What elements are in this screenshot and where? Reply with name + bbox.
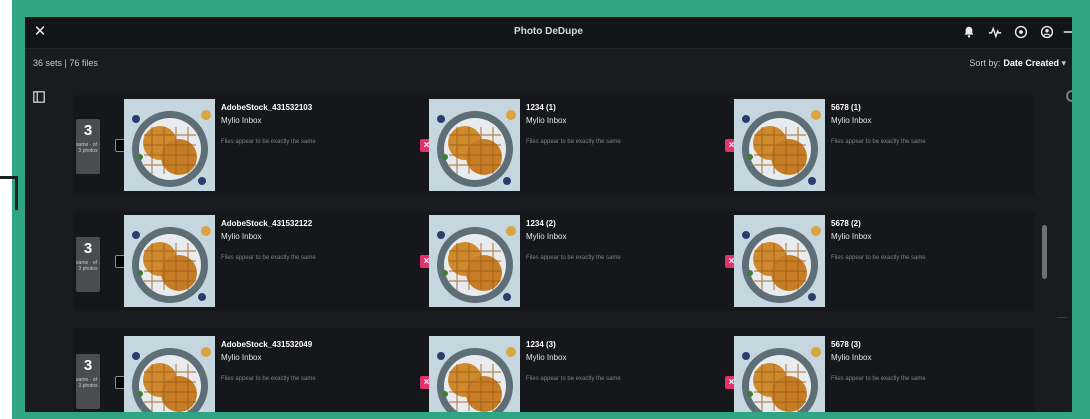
file-location: Mylio Inbox [221,116,262,125]
set-file-count: 36 sets | 76 files [33,58,98,68]
file-name: 1234 (1) [526,103,556,112]
scrollbar-thumb[interactable] [1042,225,1047,279]
photo-thumbnail[interactable] [124,99,215,191]
photo-thumbnail[interactable] [429,99,520,191]
chevron-down-icon: ▾ [1061,58,1066,68]
file-name: AdobeStock_431532122 [221,219,313,228]
duplicate-set-row: 3 same · of · 3 photos AdobeStock_431532… [73,211,1035,311]
set-count-label: same · of · 3 photos [76,260,100,272]
file-name: 1234 (3) [526,340,556,349]
set-count: 3 [83,357,93,374]
file-card[interactable]: × 1234 (2) Mylio Inbox Files appear to b… [420,215,710,307]
photo-thumbnail[interactable] [429,215,520,307]
file-location: Mylio Inbox [526,116,567,125]
set-count-label: same · of · 3 photos [76,377,100,389]
set-count-badge: 3 same · of · 3 photos [76,119,100,174]
set-count-badge: 3 same · of · 3 photos [76,354,100,409]
file-location: Mylio Inbox [221,353,262,362]
duplicate-set-row: 3 same · of · 3 photos AdobeStock_431532… [73,95,1035,195]
file-name: 5678 (2) [831,219,861,228]
set-count: 3 [83,240,93,257]
scroll-up-icon[interactable] [1066,90,1072,102]
file-card[interactable]: × 1234 (3) Mylio Inbox Files appear to b… [420,336,710,412]
help-icon[interactable] [1008,22,1034,42]
file-location: Mylio Inbox [831,232,872,241]
activity-icon[interactable] [982,22,1008,42]
photo-thumbnail[interactable] [429,336,520,412]
file-name: 1234 (2) [526,219,556,228]
file-card[interactable]: AdobeStock_431532122 Mylio Inbox Files a… [115,215,405,307]
sidebar-toggle-icon[interactable] [33,90,45,103]
photo-thumbnail[interactable] [124,215,215,307]
file-location: Mylio Inbox [526,353,567,362]
toolbar-icons [956,22,1072,42]
file-card[interactable]: AdobeStock_431532049 Mylio Inbox Files a… [115,336,405,412]
match-note: Files appear to be exactly the same [221,139,316,145]
set-count-badge: 3 same · of · 3 photos [76,237,100,292]
set-count: 3 [83,122,93,139]
file-location: Mylio Inbox [831,353,872,362]
set-count-label: same · of · 3 photos [76,142,100,154]
file-card[interactable]: × 5678 (3) Mylio Inbox Files appear to b… [725,336,1015,412]
frame-notch [0,176,18,210]
match-note: Files appear to be exactly the same [831,255,926,261]
file-location: Mylio Inbox [221,232,262,241]
file-card[interactable]: × 5678 (1) Mylio Inbox Files appear to b… [725,99,1015,191]
file-location: Mylio Inbox [526,232,567,241]
match-note: Files appear to be exactly the same [526,255,621,261]
photo-thumbnail[interactable] [734,215,825,307]
account-icon[interactable] [1034,22,1060,42]
file-location: Mylio Inbox [831,116,872,125]
file-card[interactable]: × 1234 (1) Mylio Inbox Files appear to b… [420,99,710,191]
sort-value: Date Created [1003,58,1059,68]
photo-thumbnail[interactable] [734,336,825,412]
file-name: AdobeStock_431532049 [221,340,313,349]
match-note: Files appear to be exactly the same [831,376,926,382]
match-note: Files appear to be exactly the same [526,139,621,145]
match-note: Files appear to be exactly the same [526,376,621,382]
photo-thumbnail[interactable] [124,336,215,412]
summary-bar: 36 sets | 76 files Sort by: Date Created … [25,48,1072,78]
title-bar: ✕ Photo DeDupe [25,17,1072,49]
duplicate-set-row: 3 same · of · 3 photos AdobeStock_431532… [73,328,1035,412]
file-card[interactable]: × 5678 (2) Mylio Inbox Files appear to b… [725,215,1015,307]
more-icon[interactable] [1060,22,1072,42]
bell-icon[interactable] [956,22,982,42]
file-name: 5678 (3) [831,340,861,349]
app-window: ✕ Photo DeDupe 36 sets | 76 files Sort b… [25,17,1072,412]
sort-dropdown[interactable]: Sort by: Date Created ▾ [969,58,1066,69]
match-note: Files appear to be exactly the same [221,255,316,261]
sort-label: Sort by: [969,58,1001,68]
file-card[interactable]: AdobeStock_431532103 Mylio Inbox Files a… [115,99,405,191]
match-note: Files appear to be exactly the same [221,376,316,382]
scroll-divider [1057,317,1067,318]
match-note: Files appear to be exactly the same [831,139,926,145]
photo-thumbnail[interactable] [734,99,825,191]
file-name: AdobeStock_431532103 [221,103,313,112]
window-title: Photo DeDupe [514,26,583,37]
file-name: 5678 (1) [831,103,861,112]
